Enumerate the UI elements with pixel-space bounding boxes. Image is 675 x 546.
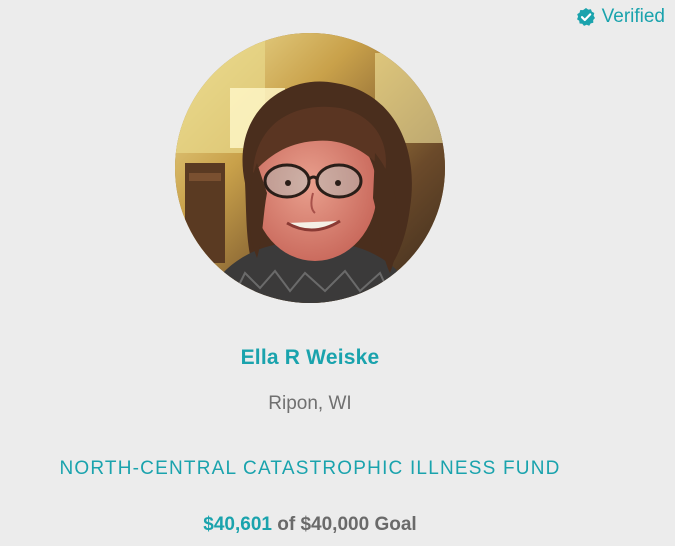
goal-amount: $40,000 (300, 514, 370, 535)
fundraiser-name[interactable]: Ella R Weiske (0, 345, 620, 371)
profile-photo (175, 33, 445, 303)
fundraising-progress: $40,601 of $40,000 Goal (0, 513, 620, 537)
verified-label: Verified (601, 6, 665, 27)
verified-check-icon (576, 7, 596, 27)
of-label: of (277, 514, 296, 535)
amount-raised: $40,601 (203, 514, 272, 535)
location-text: Ripon, WI (268, 393, 352, 414)
goal-label: Goal (374, 514, 417, 535)
fund-name-link[interactable]: NORTH-CENTRAL CATASTROPHIC ILLNESS FUND (0, 457, 620, 481)
verified-badge: Verified (576, 6, 665, 28)
